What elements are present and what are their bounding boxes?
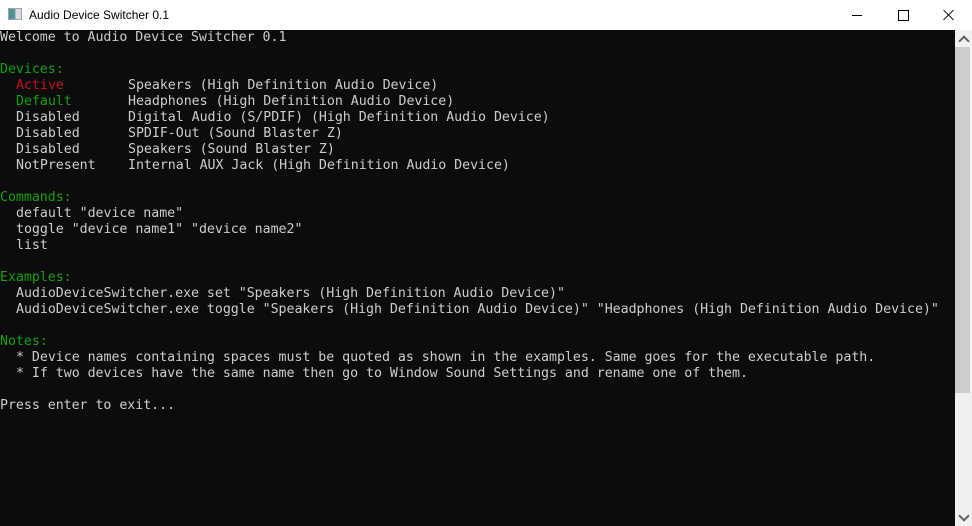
note-item: * If two devices have the same name then… (16, 366, 748, 381)
device-name: SPDIF-Out (Sound Blaster Z) (128, 126, 343, 141)
scroll-down-button[interactable] (955, 509, 972, 526)
device-row: Disabled Digital Audio (S/PDIF) (High Def… (0, 110, 955, 126)
device-status: Default (16, 94, 72, 109)
example-item: AudioDeviceSwitcher.exe set "Speakers (H… (16, 286, 565, 301)
device-status: Disabled (16, 126, 80, 141)
maximize-icon (897, 9, 909, 21)
title-bar[interactable]: Audio Device Switcher 0.1 (0, 0, 972, 30)
close-icon (943, 9, 955, 21)
app-icon (8, 8, 22, 20)
note-item: * Device names containing spaces must be… (16, 350, 876, 365)
command-item: default "device name" (16, 206, 184, 221)
device-row: Disabled Speakers (Sound Blaster Z) (0, 142, 955, 158)
console-output[interactable]: Welcome to Audio Device Switcher 0.1 Dev… (0, 30, 955, 526)
chevron-up-icon (957, 34, 970, 47)
device-row: Active Speakers (High Definition Audio De… (0, 78, 955, 94)
close-button[interactable] (926, 0, 972, 30)
notes-heading: Notes: (0, 334, 48, 349)
device-name: Headphones (High Definition Audio Device… (128, 94, 455, 109)
command-item: list (16, 238, 48, 253)
command-item: toggle "device name1" "device name2" (16, 222, 303, 237)
examples-heading: Examples: (0, 270, 72, 285)
device-row: NotPresent Internal AUX Jack (High Defini… (0, 158, 955, 174)
device-status: Disabled (16, 142, 80, 157)
vertical-scrollbar[interactable] (955, 30, 972, 526)
device-name: Speakers (Sound Blaster Z) (128, 142, 335, 157)
scroll-up-button[interactable] (955, 30, 972, 47)
device-row: Default Headphones (High Definition Audio… (0, 94, 955, 110)
device-name: Internal AUX Jack (High Definition Audio… (128, 158, 510, 173)
devices-heading: Devices: (0, 62, 64, 77)
minimize-icon (852, 14, 862, 16)
device-row: Disabled SPDIF-Out (Sound Blaster Z) (0, 126, 955, 142)
commands-heading: Commands: (0, 190, 72, 205)
device-status: Active (16, 78, 64, 93)
scrollbar-thumb[interactable] (955, 47, 970, 393)
window-title: Audio Device Switcher 0.1 (29, 8, 170, 22)
welcome-line: Welcome to Audio Device Switcher 0.1 (0, 30, 287, 45)
maximize-button[interactable] (880, 0, 926, 30)
device-status: NotPresent (16, 158, 96, 173)
device-status: Disabled (16, 110, 80, 125)
chevron-down-icon (957, 509, 970, 522)
example-item: AudioDeviceSwitcher.exe toggle "Speakers… (16, 302, 939, 317)
minimize-button[interactable] (834, 0, 880, 30)
exit-prompt: Press enter to exit... (0, 398, 176, 413)
device-name: Digital Audio (S/PDIF) (High Definition … (128, 110, 550, 125)
device-name: Speakers (High Definition Audio Device) (128, 78, 439, 93)
